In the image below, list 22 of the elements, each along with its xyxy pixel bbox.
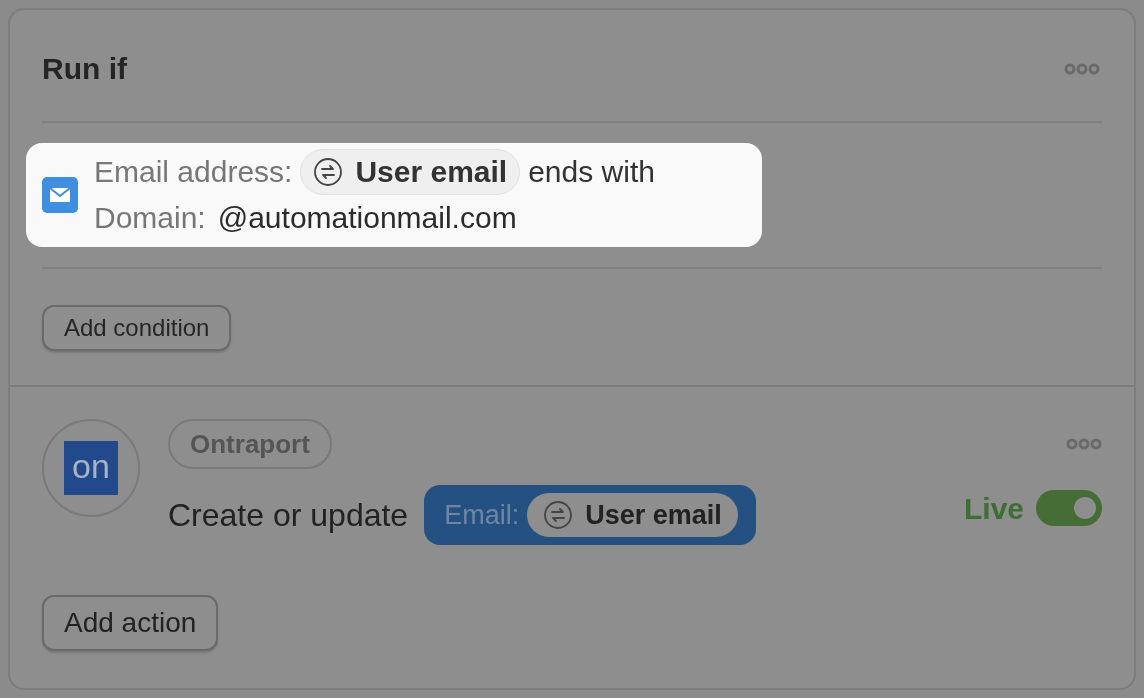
add-condition-button[interactable]: Add condition (42, 305, 232, 351)
parameter-token[interactable]: User email (527, 493, 738, 537)
sync-icon (313, 157, 344, 187)
status-label: Live (963, 490, 1024, 527)
add-action-button[interactable]: Add action (42, 595, 219, 651)
operator-text: ends with (528, 154, 655, 190)
value-label: Domain: (94, 200, 206, 236)
email-parameter[interactable]: Email: User email (424, 485, 756, 545)
sync-icon (543, 500, 574, 530)
mail-icon (42, 177, 78, 213)
value-text: @automationmail.com (217, 200, 517, 236)
app-badge: Ontraport (168, 419, 332, 469)
section-title: Run if (42, 51, 127, 87)
action-text: Create or update (168, 496, 409, 535)
more-options-icon[interactable] (1066, 438, 1102, 450)
live-toggle[interactable] (1036, 490, 1102, 526)
field-token[interactable]: User email (300, 149, 521, 195)
parameter-label: Email: (444, 498, 520, 532)
condition-card[interactable]: Email address: User email ends with Domain: @automationmail.com (26, 143, 762, 247)
field-label: Email address: (94, 154, 293, 190)
app-logo: on (64, 441, 118, 495)
more-options-icon[interactable] (1064, 62, 1100, 75)
